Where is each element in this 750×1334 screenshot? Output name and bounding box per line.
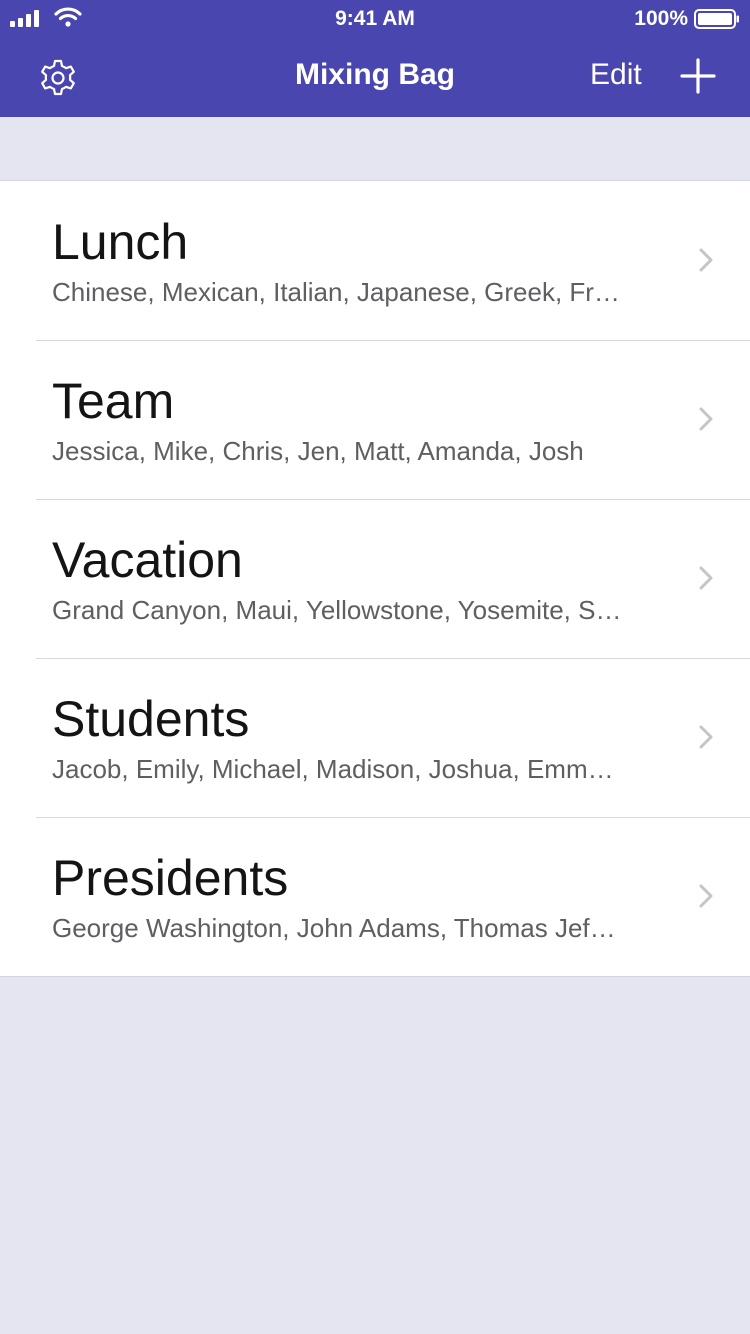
bag-list: Lunch Chinese, Mexican, Italian, Japanes…: [0, 180, 750, 977]
list-item-title: Lunch: [52, 214, 189, 270]
list-item-title: Students: [52, 691, 250, 747]
screen: 9:41 AM 100% Mixing Bag Edit Lunch Chine…: [0, 0, 750, 1334]
status-bar: 9:41 AM 100%: [0, 0, 750, 40]
list-item[interactable]: Presidents George Washington, John Adams…: [0, 817, 750, 976]
chevron-right-icon: [699, 884, 713, 908]
chevron-right-icon: [699, 407, 713, 431]
list-item-contents: Jessica, Mike, Chris, Jen, Matt, Amanda,…: [52, 436, 584, 466]
chevron-right-icon: [699, 248, 713, 272]
plus-icon[interactable]: [680, 58, 716, 94]
battery-percentage: 100%: [634, 7, 688, 30]
chevron-right-icon: [699, 566, 713, 590]
list-item[interactable]: Vacation Grand Canyon, Maui, Yellowstone…: [0, 499, 750, 658]
list-item-contents: George Washington, John Adams, Thomas Je…: [52, 913, 616, 943]
chevron-right-icon: [699, 725, 713, 749]
list-item-contents: Jacob, Emily, Michael, Madison, Joshua, …: [52, 754, 614, 784]
list-item-title: Vacation: [52, 532, 243, 588]
list-item-contents: Chinese, Mexican, Italian, Japanese, Gre…: [52, 277, 620, 307]
list-item[interactable]: Students Jacob, Emily, Michael, Madison,…: [0, 658, 750, 817]
top-bar: 9:41 AM 100% Mixing Bag Edit: [0, 0, 750, 117]
list-item-title: Team: [52, 373, 175, 429]
list-item[interactable]: Lunch Chinese, Mexican, Italian, Japanes…: [0, 181, 750, 340]
navigation-bar: Mixing Bag Edit: [0, 40, 750, 117]
edit-button[interactable]: Edit: [590, 58, 642, 92]
list-item-contents: Grand Canyon, Maui, Yellowstone, Yosemit…: [52, 595, 622, 625]
battery-icon: [694, 9, 739, 29]
list-item[interactable]: Team Jessica, Mike, Chris, Jen, Matt, Am…: [0, 340, 750, 499]
list-item-title: Presidents: [52, 850, 289, 906]
